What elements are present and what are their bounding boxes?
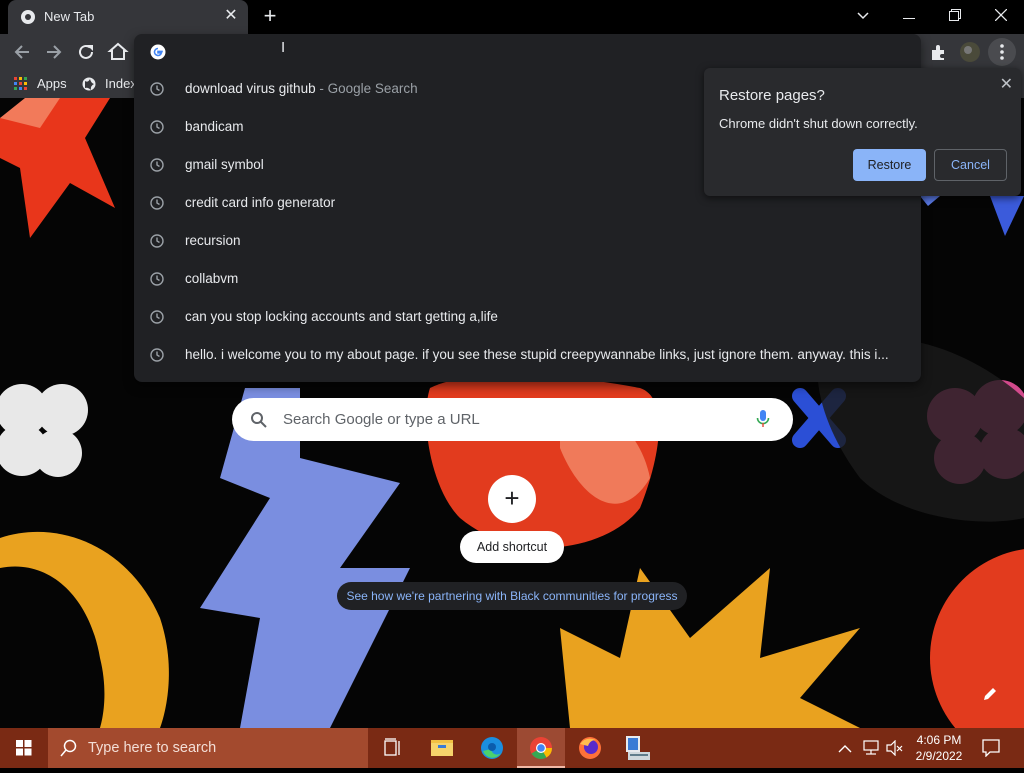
history-clock-icon bbox=[150, 272, 164, 286]
tab-new-tab[interactable]: New Tab ✕ bbox=[8, 0, 248, 34]
new-tab-button[interactable]: + bbox=[258, 5, 282, 29]
search-icon bbox=[250, 411, 267, 433]
remote-desktop-icon[interactable] bbox=[614, 728, 662, 768]
text-cursor-icon: I bbox=[281, 39, 286, 56]
omnibox-suggestion[interactable]: collabvm bbox=[134, 260, 921, 298]
customize-pencil-icon[interactable] bbox=[982, 686, 998, 707]
cancel-button[interactable]: Cancel bbox=[934, 149, 1007, 181]
dialog-message: Chrome didn't shut down correctly. bbox=[719, 116, 918, 131]
start-button[interactable] bbox=[0, 728, 48, 768]
suggestion-text: download virus github bbox=[185, 81, 316, 96]
close-window-button[interactable] bbox=[978, 0, 1024, 32]
forward-button[interactable] bbox=[40, 38, 68, 66]
notifications-icon[interactable] bbox=[982, 739, 1000, 762]
title-bar: New Tab ✕ + bbox=[0, 0, 1024, 34]
history-clock-icon bbox=[150, 348, 164, 362]
apps-grid-icon bbox=[14, 77, 28, 96]
clock-time: 4:06 PM bbox=[916, 733, 962, 747]
microphone-icon[interactable] bbox=[756, 409, 770, 434]
restore-window-button[interactable] bbox=[932, 0, 978, 32]
suggestion-text: gmail symbol bbox=[185, 157, 264, 172]
bookmark-apps[interactable]: Apps bbox=[37, 76, 67, 91]
windows-taskbar: Type here to search 4:06 PM 2/9/2022 bbox=[0, 728, 1024, 768]
tab-close-icon[interactable]: ✕ bbox=[222, 7, 240, 25]
suggestion-text: bandicam bbox=[185, 119, 244, 134]
history-clock-icon bbox=[150, 158, 164, 172]
menu-more-icon[interactable] bbox=[988, 38, 1016, 66]
google-g-icon bbox=[150, 44, 166, 65]
volume-muted-icon[interactable] bbox=[886, 739, 904, 761]
suggestion-text: credit card info generator bbox=[185, 195, 336, 210]
chrome-tab-icon bbox=[20, 9, 36, 30]
restore-pages-dialog: Restore pages? Chrome didn't shut down c… bbox=[704, 68, 1021, 196]
extensions-icon[interactable] bbox=[924, 38, 952, 66]
back-button[interactable] bbox=[8, 38, 36, 66]
history-clock-icon bbox=[150, 234, 164, 248]
suggestion-text: can you stop locking accounts and start … bbox=[185, 309, 498, 324]
show-hidden-icons-chevron[interactable] bbox=[838, 741, 852, 759]
ntp-search-placeholder: Search Google or type a URL bbox=[283, 411, 480, 428]
suggestion-text: collabvm bbox=[185, 271, 239, 286]
restore-button[interactable]: Restore bbox=[853, 149, 926, 181]
suggestion-subtext: - Google Search bbox=[315, 81, 418, 96]
history-clock-icon bbox=[150, 196, 164, 210]
clock-date: 2/9/2022 bbox=[915, 749, 963, 763]
reload-button[interactable] bbox=[72, 38, 100, 66]
bookmark-index[interactable]: Index bbox=[105, 76, 137, 91]
suggestion-text: recursion bbox=[185, 233, 241, 248]
dialog-title: Restore pages? bbox=[719, 87, 825, 104]
history-clock-icon bbox=[150, 120, 164, 134]
chrome-taskbar-icon[interactable] bbox=[517, 728, 565, 768]
omnibox-suggestion[interactable]: can you stop locking accounts and start … bbox=[134, 298, 921, 336]
taskbar-search-box[interactable]: Type here to search bbox=[48, 728, 368, 768]
history-clock-icon bbox=[150, 310, 164, 324]
taskbar-search-placeholder: Type here to search bbox=[88, 740, 217, 756]
history-clock-icon bbox=[150, 82, 164, 96]
system-clock[interactable]: 4:06 PM 2/9/2022 bbox=[908, 732, 970, 764]
globe-icon bbox=[82, 77, 96, 96]
minimize-button[interactable] bbox=[886, 0, 932, 32]
omnibox-suggestion[interactable]: recursion bbox=[134, 222, 921, 260]
edge-browser-icon[interactable] bbox=[468, 728, 516, 768]
promo-link[interactable]: See how we're partnering with Black comm… bbox=[337, 582, 687, 610]
tab-title: New Tab bbox=[44, 9, 95, 24]
add-shortcut-plus-icon[interactable]: + bbox=[488, 475, 536, 523]
ntp-search-box[interactable]: Search Google or type a URL bbox=[232, 398, 793, 441]
tab-search-button[interactable] bbox=[840, 0, 886, 32]
firefox-icon[interactable] bbox=[566, 728, 614, 768]
address-bar-input[interactable]: I bbox=[134, 34, 921, 70]
omnibox-suggestion[interactable]: hello. i welcome you to my about page. i… bbox=[134, 336, 921, 374]
task-view-icon[interactable] bbox=[368, 728, 416, 768]
home-button[interactable] bbox=[104, 38, 132, 66]
dialog-close-icon[interactable]: ✕ bbox=[1000, 74, 1013, 94]
taskbar-search-icon bbox=[60, 739, 78, 762]
network-icon[interactable] bbox=[862, 740, 880, 761]
add-shortcut-label[interactable]: Add shortcut bbox=[460, 531, 564, 563]
file-explorer-icon[interactable] bbox=[418, 728, 466, 768]
suggestion-text: hello. i welcome you to my about page. i… bbox=[185, 347, 889, 362]
profile-avatar[interactable] bbox=[956, 38, 984, 66]
